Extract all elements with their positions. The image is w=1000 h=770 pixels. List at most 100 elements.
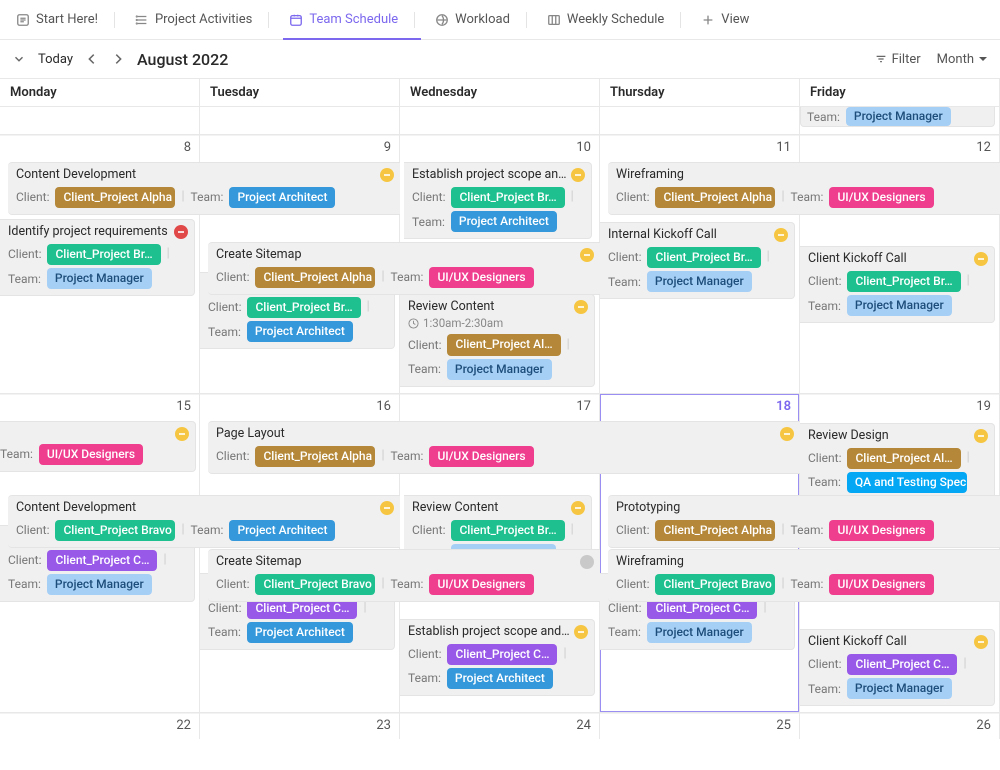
client-pill: Client_Project Br… [847, 271, 960, 292]
team-pill: Project Manager [647, 271, 752, 292]
client-pill: Client_Project Alpha [655, 187, 775, 208]
event-card[interactable]: Team: Project Manager [800, 107, 995, 127]
client-pill: Client_Project Br… [47, 244, 160, 265]
week-row: Team: Project Manager [0, 106, 1000, 134]
status-badge-progress [780, 427, 794, 441]
event-card[interactable]: Content Development Client:Client_Projec… [8, 162, 400, 215]
client-pill: Client_Project Br… [451, 520, 564, 541]
prev-button[interactable] [85, 52, 99, 66]
event-card[interactable]: Client Kickoff Call Client:Client_Projec… [800, 629, 995, 706]
client-pill: Client_Project C… [447, 644, 557, 665]
event-card[interactable]: Identify project requirements Client:Cli… [0, 219, 195, 296]
team-pill: UI/UX Designers [429, 267, 533, 288]
team-pill: UI/UX Designers [829, 520, 933, 541]
tab-label: Project Activities [155, 12, 252, 27]
client-pill: Client_Project Alpha [255, 267, 375, 288]
collapse-toggle[interactable] [12, 52, 26, 66]
tab-start-here[interactable]: Start Here! [6, 0, 125, 39]
event-card[interactable]: Team:UI/UX Designers [0, 421, 196, 472]
tab-label: View [721, 12, 749, 27]
tab-team-schedule[interactable]: Team Schedule [279, 0, 425, 39]
team-pill: Project Architect [447, 668, 553, 689]
board-icon [547, 13, 561, 27]
team-pill: UI/UX Designers [429, 574, 533, 595]
team-pill: UI/UX Designers [39, 444, 143, 465]
tab-project-activities[interactable]: Project Activities [125, 0, 279, 39]
status-badge-progress [571, 168, 585, 182]
status-badge-progress [974, 252, 988, 266]
plus-icon [701, 13, 715, 27]
team-pill: Project Architect [247, 622, 353, 643]
event-card[interactable]: Prototyping Client:Client_Project Alpha|… [608, 495, 1000, 548]
status-badge-progress [574, 625, 588, 639]
weekday: Wednesday [400, 79, 600, 106]
client-pill: Client_Project Alpha [655, 520, 775, 541]
event-card[interactable]: Create Sitemap Client:Client_Project Bra… [208, 549, 600, 602]
week-row: 8 Identify project requirements Client:C… [0, 134, 1000, 393]
tab-label: Weekly Schedule [567, 12, 664, 27]
status-badge [580, 555, 594, 569]
week-row: 15 Identify project requirements Client:… [0, 393, 1000, 713]
event-card[interactable]: Review Content 1:30am-2:30am Client:Clie… [400, 294, 595, 387]
tab-weekly-schedule[interactable]: Weekly Schedule [537, 0, 691, 39]
team-pill: UI/UX Designers [429, 446, 533, 467]
status-badge-progress [175, 427, 189, 441]
event-card[interactable]: Page Layout Client:Client_Project Alpha|… [208, 421, 800, 474]
filter-button[interactable]: Filter [874, 52, 921, 67]
today-button[interactable]: Today [38, 52, 73, 67]
event-card[interactable]: Establish project scope and lim Client:C… [404, 162, 592, 239]
weekday: Monday [0, 79, 200, 106]
client-pill: Client_Project Br… [247, 297, 360, 318]
range-button[interactable]: Month [937, 52, 988, 67]
client-pill: Client_Project Alpha [255, 446, 375, 467]
workload-icon [435, 13, 449, 27]
client-pill: Client_Project Br… [647, 247, 760, 268]
tab-add-view[interactable]: View [691, 0, 759, 39]
event-card[interactable]: Review Design Client:Client_Project Al…|… [800, 423, 995, 500]
list-icon [135, 13, 149, 27]
weekday: Tuesday [200, 79, 400, 106]
status-badge-progress [571, 501, 585, 515]
team-pill: Project Manager [847, 295, 952, 316]
team-pill: Project Architect [229, 187, 335, 208]
weekday: Friday [800, 79, 1000, 106]
tab-label: Team Schedule [309, 12, 398, 27]
client-pill: Client_Project Bravo [655, 574, 775, 595]
status-badge-progress [774, 228, 788, 242]
calendar: Monday Tuesday Wednesday Thursday Friday… [0, 78, 1000, 739]
status-badge-progress [380, 168, 394, 182]
chevron-right-icon [111, 52, 125, 66]
view-tabs: Start Here! Project Activities Team Sche… [0, 0, 1000, 40]
client-pill: Client_Project Al… [447, 334, 560, 355]
weekday: Thursday [600, 79, 800, 106]
event-card[interactable]: Wireframing Client:Client_Project Bravo|… [608, 549, 1000, 602]
team-pill: Project Architect [247, 321, 353, 342]
client-pill: Client_Project Bravo [55, 520, 175, 541]
team-pill: Project Manager [47, 574, 152, 595]
event-card[interactable]: Create Sitemap Client:Client_Project Alp… [208, 242, 600, 295]
tab-label: Workload [455, 12, 510, 27]
status-badge-progress [580, 248, 594, 262]
tab-workload[interactable]: Workload [425, 0, 537, 39]
week-row: 22 23 24 25 26 [0, 712, 1000, 739]
team-pill: Project Architect [451, 211, 557, 232]
client-pill: Client_Project C… [847, 654, 957, 675]
event-card[interactable]: Content Development Client:Client_Projec… [8, 495, 400, 548]
tab-label: Start Here! [36, 12, 98, 27]
team-pill: Project Manager [846, 107, 951, 126]
team-pill: Project Manager [47, 268, 152, 289]
team-pill: Project Manager [847, 678, 952, 699]
event-card[interactable]: Client Kickoff Call Client:Client_Projec… [800, 246, 995, 323]
team-pill: QA and Testing Special [847, 472, 967, 493]
event-card[interactable]: Establish project scope and lim Client:C… [400, 619, 595, 696]
team-pill: Project Architect [229, 520, 335, 541]
event-time: 1:30am-2:30am [408, 316, 588, 332]
client-pill: Client_Project Alpha [55, 187, 175, 208]
client-pill: Client_Project Al… [847, 448, 960, 469]
event-card[interactable]: Wireframing Client:Client_Project Alpha|… [608, 162, 1000, 215]
status-badge-progress [380, 501, 394, 515]
event-card[interactable]: Internal Kickoff Call Client:Client_Proj… [600, 222, 795, 299]
client-pill: Client_Project Bravo [255, 574, 375, 595]
team-pill: Project Manager [647, 622, 752, 643]
next-button[interactable] [111, 52, 125, 66]
